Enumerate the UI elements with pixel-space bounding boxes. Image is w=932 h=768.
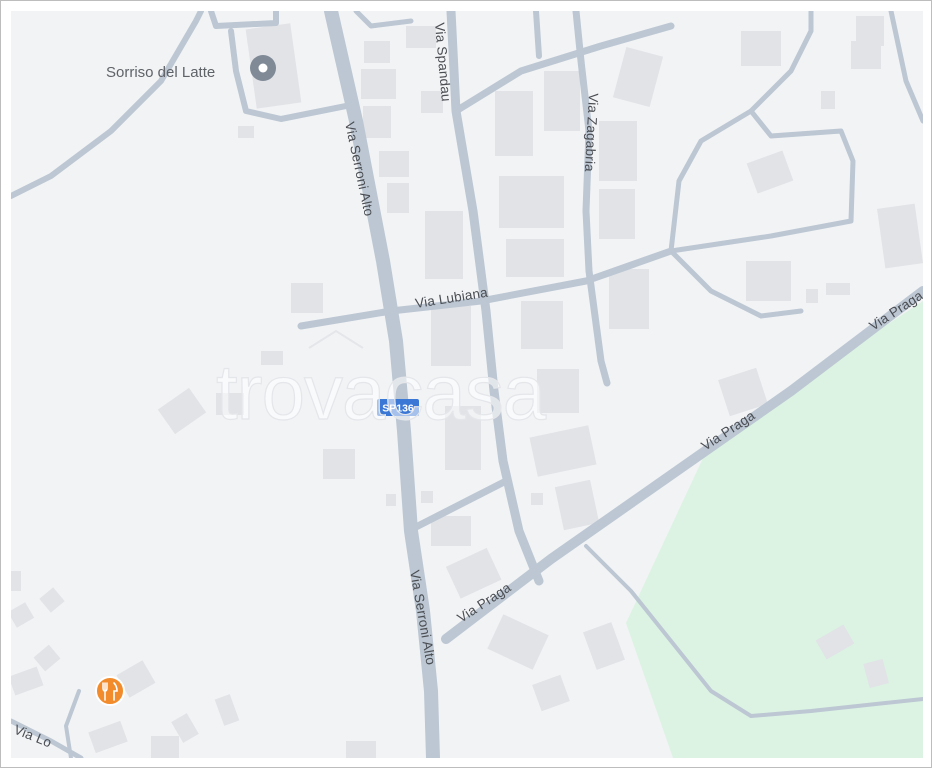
restaurant-pin[interactable] [95,676,125,706]
road-sorriso-access [208,11,279,29]
label-via-lo: Via Lo [12,722,54,751]
map-frame: Via Serroni Alto Via Serroni Alto Via Sp… [0,0,932,768]
fork-knife-icon [95,676,125,706]
watermark-text: trovacasa [216,348,547,436]
road-southwest-2 [64,689,81,758]
label-via-serroni-alto-south: Via Serroni Alto [407,569,438,666]
location-pin-icon[interactable] [250,55,276,81]
map-canvas[interactable]: Via Serroni Alto Via Serroni Alto Via Sp… [11,11,923,758]
road-top-connector [353,11,414,29]
watermark: trovacasa [215,329,548,437]
watermark-roof-icon [308,329,364,349]
road-northeast [888,11,923,124]
park-area [626,301,923,758]
poi-label: Sorriso del Latte [106,64,215,81]
road-spandau-top [533,11,542,59]
road-northwest-curve [11,11,204,199]
